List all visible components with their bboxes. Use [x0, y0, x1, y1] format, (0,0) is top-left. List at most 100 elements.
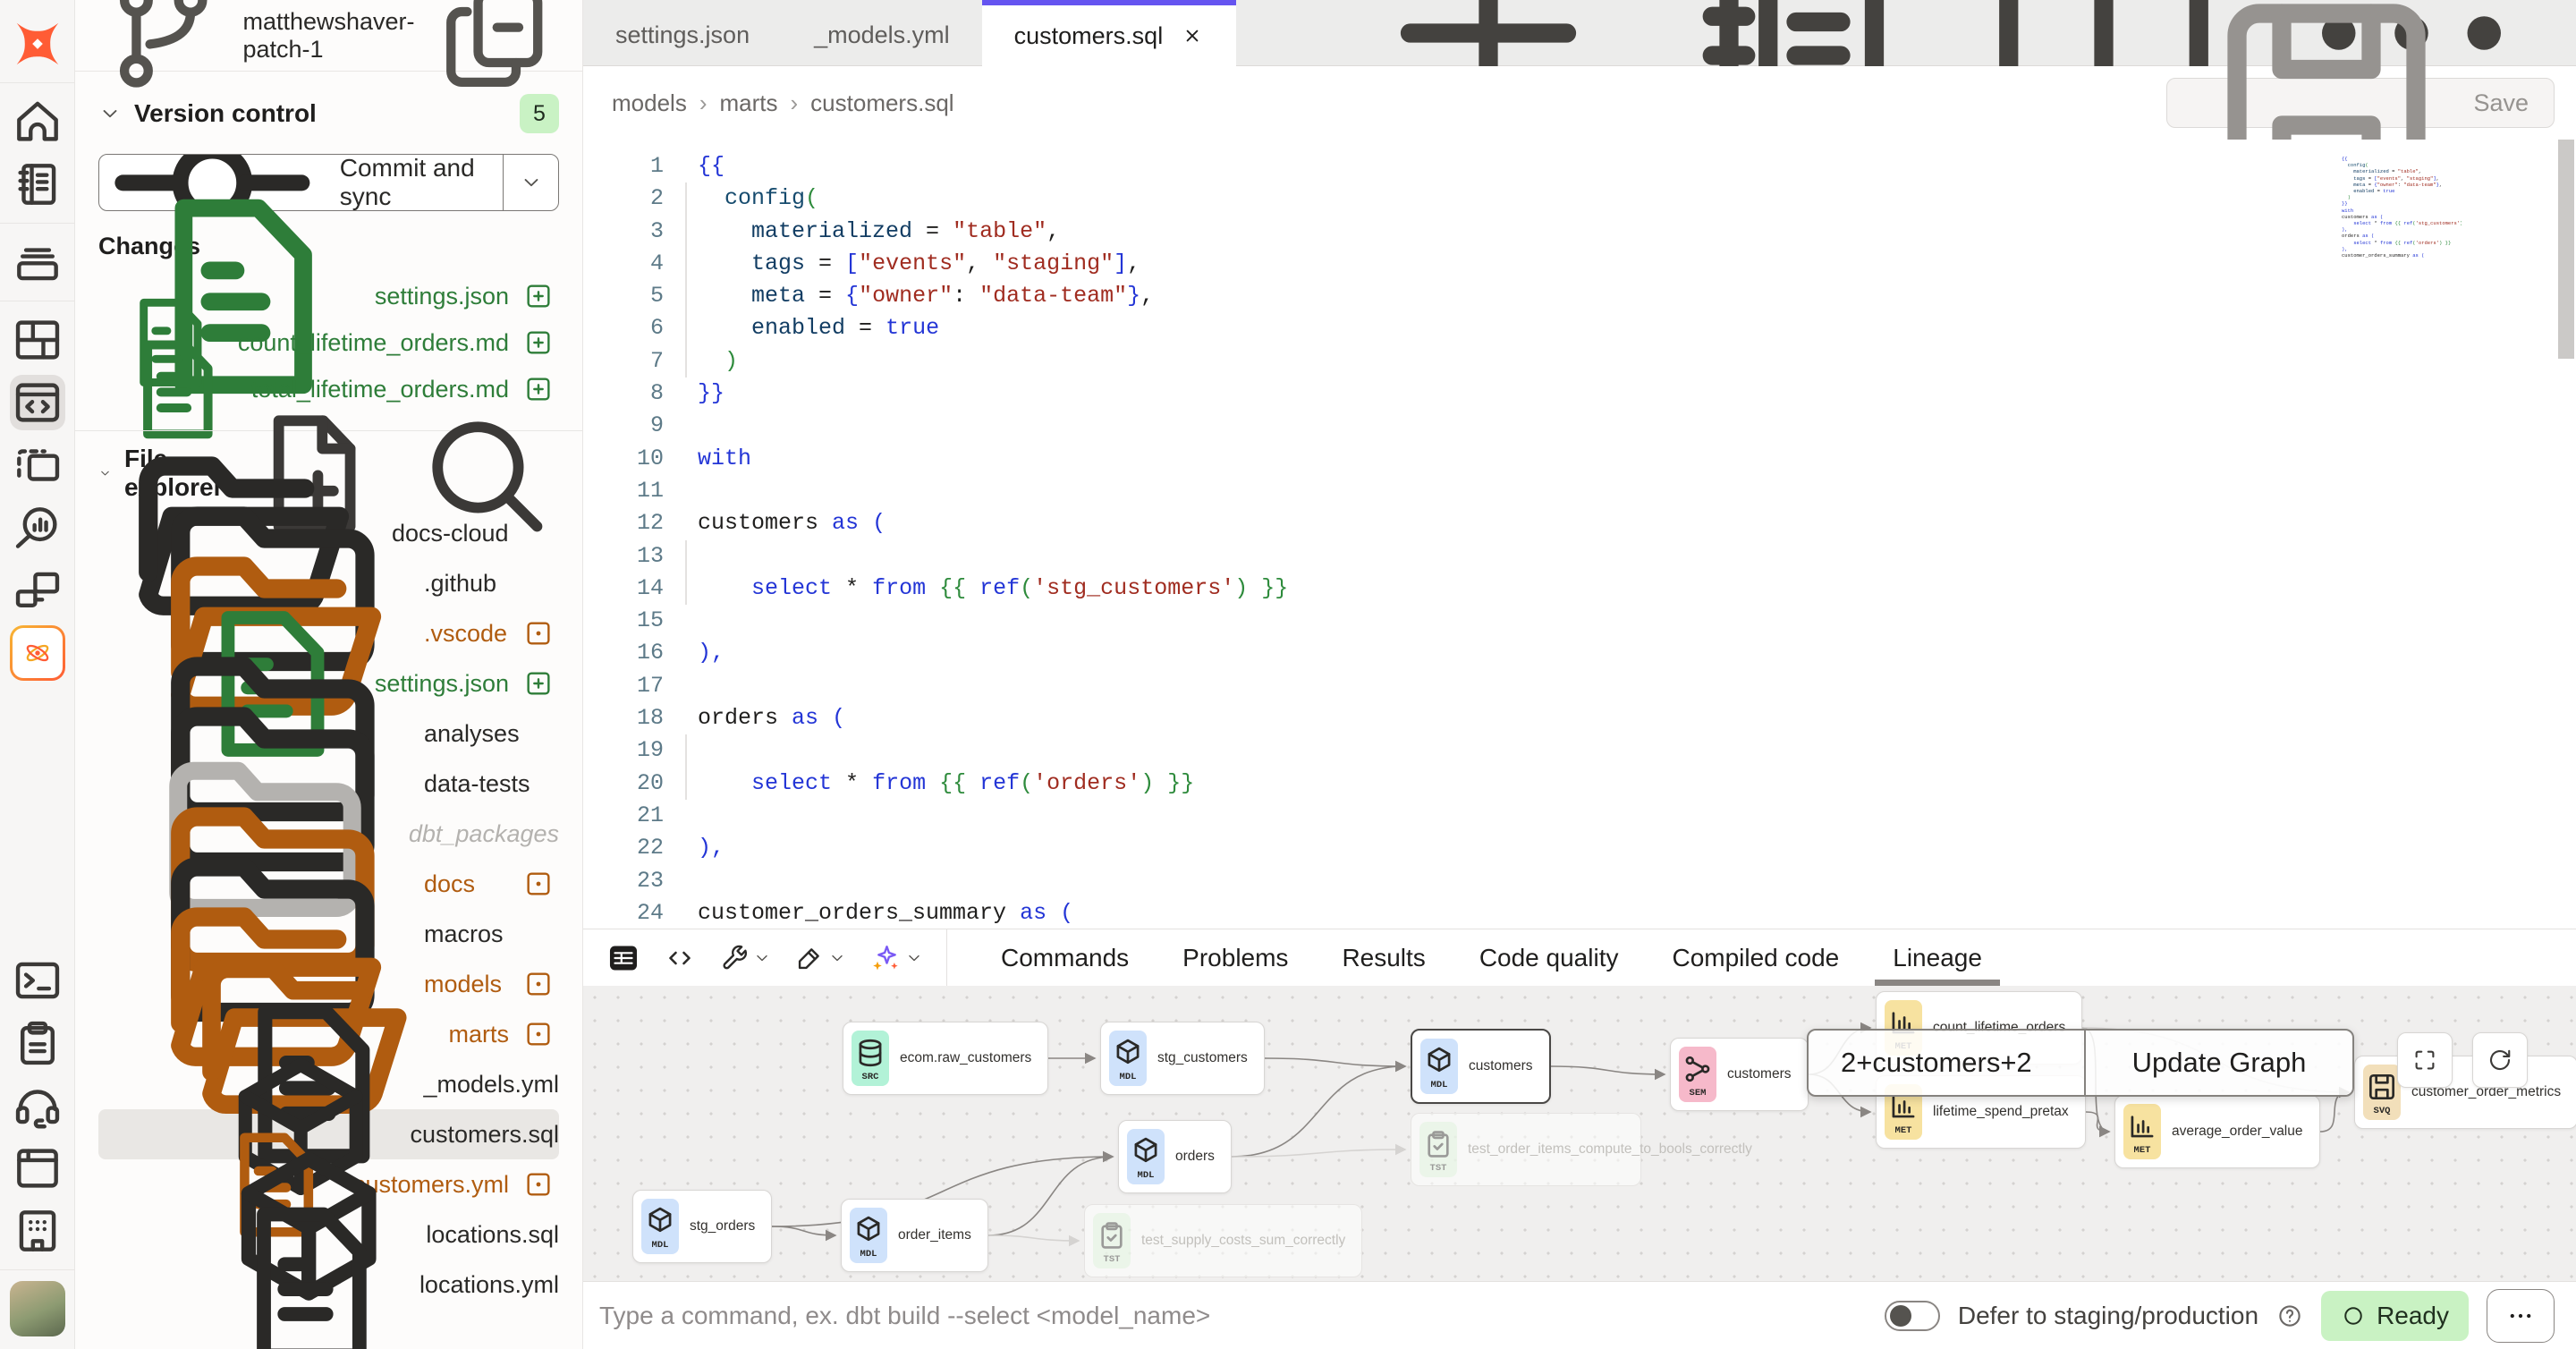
- added-badge-icon: [523, 668, 554, 699]
- lineage-node-stg-customers[interactable]: MDLstg_customers: [1100, 1022, 1265, 1095]
- code-line: 11: [583, 475, 2576, 507]
- tree-item-label: docs: [424, 870, 475, 898]
- help-icon[interactable]: [2276, 1302, 2303, 1329]
- inbox-icon[interactable]: [10, 234, 65, 290]
- test-badge: TST: [1093, 1213, 1131, 1268]
- orchestration-icon[interactable]: [10, 563, 65, 618]
- tree-item-label: dbt_packages: [409, 820, 559, 848]
- changes-count-badge: 5: [520, 94, 559, 133]
- line-number: 19: [610, 734, 664, 767]
- fullscreen-button[interactable]: [2397, 1032, 2453, 1088]
- tree-item-label: locations.sql: [426, 1221, 559, 1249]
- lineage-node-test-order-items[interactable]: TSTtest_order_items_compute_to_bools_cor…: [1411, 1113, 1641, 1186]
- lineage-canvas[interactable]: SRCecom.raw_customers MDLstg_customers MDL…: [583, 986, 2576, 1281]
- docs-icon[interactable]: [10, 1141, 65, 1196]
- lineage-node-average-order-value[interactable]: METaverage_order_value: [2114, 1095, 2320, 1168]
- lineage-node-customers-model[interactable]: MDLcustomers: [1411, 1029, 1551, 1104]
- lineage-node-orders[interactable]: MDLorders: [1118, 1120, 1232, 1193]
- tab--models-yml[interactable]: _models.yml: [782, 0, 982, 65]
- lineage-selector-input[interactable]: 2+customers+2: [1809, 1031, 2084, 1095]
- code-line: 15: [583, 605, 2576, 637]
- user-avatar[interactable]: [10, 1281, 65, 1336]
- tab-label: _models.yml: [814, 21, 950, 49]
- tab-customers-sql[interactable]: customers.sql: [982, 0, 1237, 66]
- build-tools-button[interactable]: [712, 943, 778, 973]
- modified-badge-icon: [523, 1169, 554, 1200]
- code-line: 12customers as (: [583, 507, 2576, 539]
- tree-item-locations-yml[interactable]: locations.yml: [98, 1260, 559, 1310]
- user-avatar-image: [10, 1281, 65, 1336]
- line-number: 17: [610, 670, 664, 702]
- lineage-node-customers-sem[interactable]: SEM customers: [1670, 1038, 1809, 1111]
- code-line: 16),: [583, 637, 2576, 669]
- modified-badge-icon: [523, 969, 554, 999]
- tree-item-label: locations.yml: [419, 1271, 559, 1299]
- semantic-badge: SEM: [1679, 1047, 1716, 1102]
- saved_query-badge: SVQ: [2363, 1065, 2401, 1120]
- line-number: 11: [610, 475, 664, 507]
- update-graph-button[interactable]: Update Graph: [2084, 1031, 2352, 1095]
- notebook-icon[interactable]: [10, 157, 65, 212]
- code-line: 6 enabled = true: [583, 312, 2576, 344]
- code-line: 1{{: [583, 150, 2576, 182]
- panel-tab-code-quality[interactable]: Code quality: [1453, 929, 1646, 986]
- status-more-button[interactable]: [2487, 1289, 2555, 1343]
- added-badge-icon[interactable]: [523, 281, 554, 311]
- panel-tab-lineage[interactable]: Lineage: [1866, 929, 2009, 986]
- code-editor-icon[interactable]: [10, 375, 65, 430]
- line-number: 9: [610, 410, 664, 442]
- explore-icon[interactable]: [10, 500, 65, 556]
- refresh-graph-button[interactable]: [2472, 1032, 2528, 1088]
- breadcrumb-segment: models: [612, 89, 687, 117]
- compile-code-button[interactable]: [657, 942, 703, 974]
- ai-assist-button[interactable]: [862, 942, 930, 974]
- clipboard-icon[interactable]: [10, 1015, 65, 1071]
- command-input[interactable]: Type a command, ex. dbt build --select <…: [599, 1302, 1867, 1330]
- breadcrumb-separator: ›: [699, 89, 708, 117]
- line-number: 3: [610, 216, 664, 248]
- home-icon[interactable]: [10, 94, 65, 149]
- editor-scrollbar[interactable]: [2558, 140, 2574, 359]
- organization-icon[interactable]: [10, 1203, 65, 1259]
- lineage-node-order-items[interactable]: MDLorder_items: [841, 1199, 988, 1272]
- panel-tab-compiled-code[interactable]: Compiled code: [1645, 929, 1866, 986]
- tab-settings-json[interactable]: settings.json: [583, 0, 782, 65]
- line-number: 18: [610, 702, 664, 734]
- dashboard-icon[interactable]: [10, 312, 65, 368]
- panel-tab-problems[interactable]: Problems: [1156, 929, 1315, 986]
- panel-tab-results[interactable]: Results: [1315, 929, 1452, 986]
- model-badge: MDL: [1420, 1039, 1458, 1094]
- save-label: Save: [2473, 89, 2529, 117]
- modified-badge-icon: [523, 618, 554, 649]
- lint-format-button[interactable]: [787, 943, 853, 973]
- terminal-icon[interactable]: [10, 953, 65, 1008]
- support-icon[interactable]: [10, 1078, 65, 1133]
- code-editor[interactable]: 1{{2 config(3 materialized = "table",4 t…: [583, 140, 2576, 929]
- node-label: test_order_items_compute_to_bools_correc…: [1468, 1141, 1624, 1158]
- line-number: 15: [610, 605, 664, 637]
- version-control-header[interactable]: Version control 5: [98, 88, 559, 140]
- lineage-node-stg-orders[interactable]: MDLstg_orders: [632, 1190, 772, 1263]
- close-icon[interactable]: [1181, 24, 1204, 47]
- lineage-node-customer-order-metrics[interactable]: SVQcustomer_order_metrics: [2354, 1056, 2576, 1129]
- dbt-logo[interactable]: [10, 16, 65, 72]
- code-line: 8}}: [583, 378, 2576, 410]
- copilot-icon[interactable]: [10, 625, 65, 681]
- preview-table-button[interactable]: [599, 941, 648, 975]
- file-icon: [206, 1185, 405, 1349]
- code-line: 17: [583, 670, 2576, 702]
- code-line: 4 tags = ["events", "staging"],: [583, 248, 2576, 280]
- node-label: average_order_value: [2172, 1124, 2303, 1140]
- defer-toggle[interactable]: [1885, 1301, 1940, 1331]
- minimap[interactable]: {{ config( materialized = "table", tags …: [2342, 156, 2462, 259]
- commit-options-dropdown[interactable]: [503, 155, 558, 210]
- lineage-node-raw-customers[interactable]: SRCecom.raw_customers: [843, 1022, 1048, 1095]
- visual-editor-icon[interactable]: [10, 437, 65, 493]
- changed-file-name: count_lifetime_orders.md: [238, 329, 509, 357]
- save-button[interactable]: Save: [2166, 78, 2555, 128]
- panel-tab-commands[interactable]: Commands: [974, 929, 1156, 986]
- node-label: customers: [1727, 1066, 1792, 1082]
- lineage-node-test-supply[interactable]: TSTtest_supply_costs_sum_correctly: [1084, 1204, 1362, 1277]
- added-badge-icon[interactable]: [523, 327, 554, 358]
- code-line: 22),: [583, 832, 2576, 864]
